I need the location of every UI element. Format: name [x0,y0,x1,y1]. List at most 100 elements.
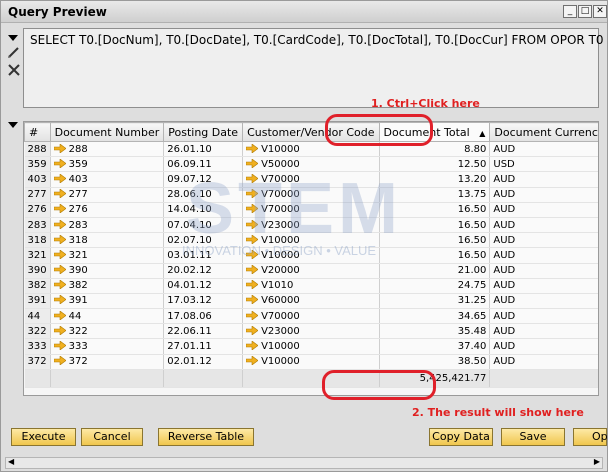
reverse-table-button[interactable]: Reverse Table [158,428,254,446]
link-arrow-icon[interactable] [53,204,66,214]
link-arrow-icon[interactable] [53,234,66,244]
customer-vendor-cell[interactable]: V70000 [242,171,380,188]
document-number-cell[interactable]: 372 [50,354,165,370]
column-header-document-currency[interactable]: Document Currency [489,122,598,142]
link-arrow-icon[interactable] [246,219,259,229]
column-header-document-number[interactable]: Document Number [49,122,165,142]
link-arrow-icon[interactable] [53,356,66,366]
link-arrow-icon[interactable] [246,280,259,290]
table-row[interactable]: 403 403 09.07.12 V70000 13.20 AUD [24,171,598,188]
customer-vendor-cell[interactable]: V23000 [242,217,380,234]
document-number-cell[interactable]: 382 [50,278,165,294]
table-row[interactable]: 283 283 07.04.10 V23000 16.50 AUD [24,217,598,234]
link-arrow-icon[interactable] [246,325,259,335]
collapse-triangle-icon[interactable] [7,118,21,132]
table-row[interactable]: 321 321 03.01.11 V10000 16.50 AUD [24,247,598,264]
highlight-ring-sort-column [325,114,433,146]
link-arrow-icon[interactable] [246,189,259,199]
document-number-cell[interactable]: 276 [50,202,165,218]
customer-vendor-cell[interactable]: V20000 [242,263,380,279]
link-arrow-icon[interactable] [53,173,66,183]
table-row[interactable]: 288 288 26.01.10 V10000 8.80 AUD [24,141,598,158]
link-arrow-icon[interactable] [53,341,66,351]
pencil-icon[interactable] [7,45,21,59]
customer-vendor-cell[interactable]: V23000 [242,323,380,340]
link-arrow-icon[interactable] [53,143,66,153]
link-arrow-icon[interactable] [246,310,259,320]
link-arrow-icon[interactable] [246,173,259,183]
table-row[interactable]: 391 391 17.03.12 V60000 31.25 AUD [24,293,598,310]
table-row[interactable]: 318 318 02.07.10 V10000 16.50 AUD [24,232,598,249]
cancel-button[interactable]: Cancel [81,428,143,446]
link-arrow-icon[interactable] [246,265,259,275]
table-row[interactable]: 382 382 04.01.12 V1010 24.75 AUD [24,278,598,294]
document-number-cell[interactable]: 322 [50,323,165,340]
close-icon[interactable]: ✕ [593,5,607,18]
scroll-left-icon[interactable]: ◀ [8,457,14,466]
link-arrow-icon[interactable] [246,204,259,214]
link-arrow-icon[interactable] [246,295,259,305]
link-arrow-icon[interactable] [53,158,66,168]
table-row[interactable]: 322 322 22.06.11 V23000 35.48 AUD [24,323,598,340]
minimize-icon[interactable]: _ [563,5,577,18]
document-number-cell[interactable]: 44 [50,308,165,325]
link-arrow-icon[interactable] [53,280,66,290]
column-header-posting-date[interactable]: Posting Date [163,122,244,142]
document-number-cell[interactable]: 390 [50,263,165,279]
link-arrow-icon[interactable] [53,249,66,259]
maximize-icon[interactable]: □ [578,5,592,18]
table-row[interactable]: 359 359 06.09.11 V50000 12.50 USD [24,156,598,173]
document-number-cell[interactable]: 333 [50,338,165,355]
link-arrow-icon[interactable] [53,219,66,229]
document-number-cell[interactable]: 359 [50,156,165,173]
document-number-cell[interactable]: 403 [50,171,165,188]
sql-query-editor[interactable]: SELECT T0.[DocNum], T0.[DocDate], T0.[Ca… [23,28,604,108]
results-grid[interactable]: # Document Number Posting Date Customer/… [23,121,599,396]
document-number-cell[interactable]: 283 [50,217,165,234]
document-number-cell[interactable]: 288 [50,141,165,158]
document-total-cell: 31.25 [379,293,491,310]
save-button[interactable]: Save [501,428,565,446]
link-arrow-icon[interactable] [246,249,259,259]
row-index: 333 [24,338,51,355]
tools-icon[interactable] [7,63,21,77]
customer-vendor-cell[interactable]: V70000 [242,308,380,325]
customer-vendor-cell[interactable]: V10000 [242,354,380,370]
document-number-cell[interactable]: 391 [50,293,165,310]
table-row[interactable]: 44 44 17.08.06 V70000 34.65 AUD [24,308,598,325]
table-row[interactable]: 372 372 02.01.12 V10000 38.50 AUD [24,354,598,370]
execute-button[interactable]: Execute [11,428,76,446]
link-arrow-icon[interactable] [53,189,66,199]
link-arrow-icon[interactable] [246,143,259,153]
customer-vendor-cell[interactable]: V70000 [242,202,380,218]
customer-vendor-cell[interactable]: V10000 [242,232,380,249]
link-arrow-icon[interactable] [246,341,259,351]
customer-vendor-cell[interactable]: V10000 [242,338,380,355]
link-arrow-icon[interactable] [53,310,66,320]
customer-vendor-cell[interactable]: V1010 [242,278,380,294]
document-number-cell[interactable]: 318 [50,232,165,249]
open-button[interactable]: Op [573,428,608,446]
document-number-cell[interactable]: 277 [50,187,165,203]
table-row[interactable]: 277 277 28.06.10 V70000 13.75 AUD [24,187,598,203]
table-row[interactable]: 276 276 14.04.10 V70000 16.50 AUD [24,202,598,218]
customer-vendor-cell[interactable]: V10000 [242,247,380,264]
horizontal-scrollbar[interactable]: ◀ ▶ [5,457,603,469]
collapse-triangle-icon[interactable] [7,31,21,45]
link-arrow-icon[interactable] [246,158,259,168]
customer-vendor-value: V1010 [261,280,294,292]
document-number-cell[interactable]: 321 [50,247,165,264]
link-arrow-icon[interactable] [53,325,66,335]
copy-data-button[interactable]: Copy Data [429,428,493,446]
customer-vendor-cell[interactable]: V60000 [242,293,380,310]
column-header-hash[interactable]: # [24,122,51,142]
link-arrow-icon[interactable] [246,356,259,366]
customer-vendor-cell[interactable]: V70000 [242,187,380,203]
scroll-right-icon[interactable]: ▶ [594,457,600,466]
link-arrow-icon[interactable] [246,234,259,244]
table-row[interactable]: 390 390 20.02.12 V20000 21.00 AUD [24,263,598,279]
table-row[interactable]: 333 333 27.01.11 V10000 37.40 AUD [24,338,598,355]
customer-vendor-cell[interactable]: V50000 [242,156,380,173]
link-arrow-icon[interactable] [53,295,66,305]
link-arrow-icon[interactable] [53,265,66,275]
